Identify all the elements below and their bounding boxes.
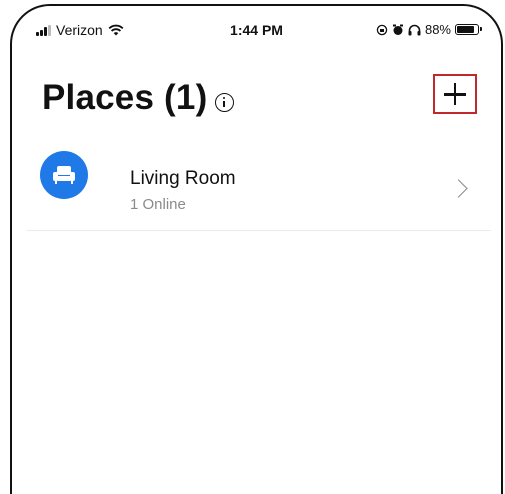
status-bar: Verizon 1:44 PM 88%: [12, 22, 501, 44]
place-name: Living Room: [130, 168, 236, 189]
headphones-icon: [408, 24, 421, 35]
chevron-right-icon: [449, 179, 468, 198]
phone-frame: Verizon 1:44 PM 88% Places (1) Living Ro…: [10, 4, 503, 494]
places-list: Living Room 1 Online: [26, 148, 491, 231]
page-title: Places (1): [42, 78, 208, 117]
avatar: [40, 151, 88, 199]
place-status: 1 Online: [130, 196, 186, 213]
alarm-icon: [392, 24, 403, 35]
screen-lock-icon: [376, 24, 388, 35]
sofa-icon: [53, 166, 75, 184]
info-icon[interactable]: [215, 92, 235, 112]
page-header: Places (1): [42, 78, 235, 118]
battery-icon: [455, 24, 482, 35]
add-place-button[interactable]: [433, 74, 477, 114]
battery-percent: 88%: [424, 22, 451, 37]
status-right: 88%: [376, 22, 482, 37]
list-item[interactable]: Living Room 1 Online: [26, 148, 491, 231]
